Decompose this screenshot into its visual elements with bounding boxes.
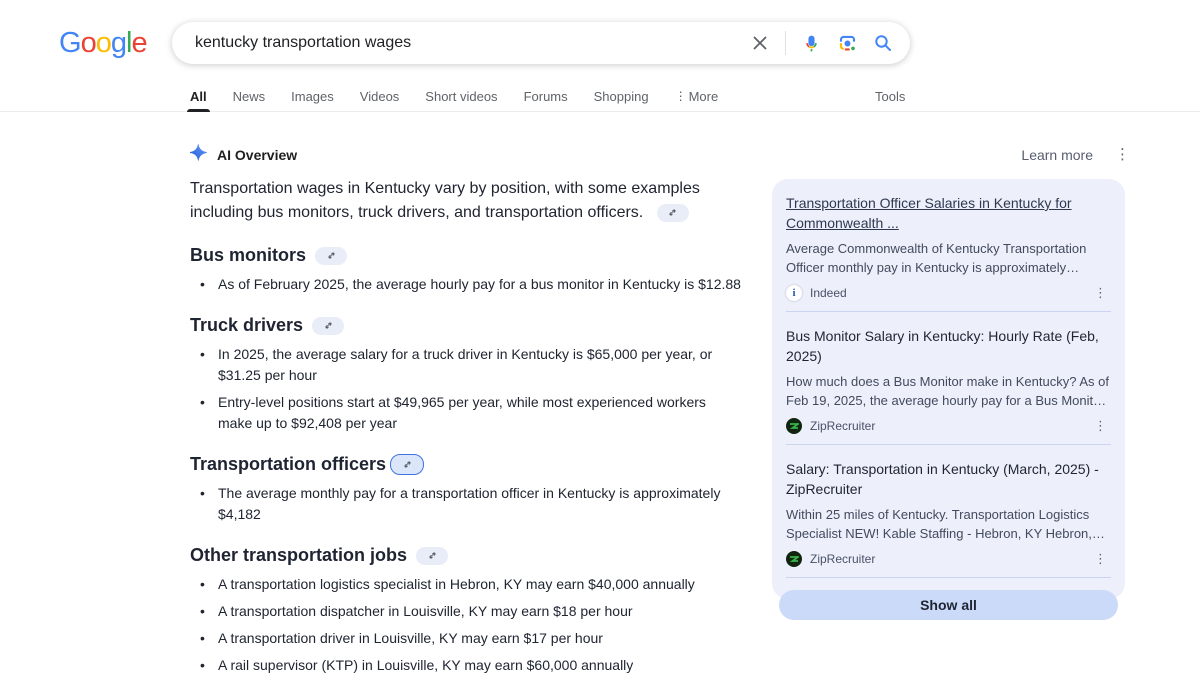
bullet-item: The average monthly pay for a transporta…	[198, 483, 743, 525]
tab-all[interactable]: All	[190, 84, 207, 112]
sources-panel: Transportation Officer Salaries in Kentu…	[772, 179, 1125, 599]
more-kebab-icon: ⋮	[675, 89, 687, 104]
ai-overview-star-icon	[190, 144, 207, 166]
card-kebab-icon[interactable]: ⋮	[1090, 418, 1111, 434]
ai-overview-intro: Transportation wages in Kentucky vary by…	[190, 177, 710, 225]
bullet-item: A rail supervisor (KTP) in Louisville, K…	[198, 655, 750, 676]
google-logo[interactable]: Google	[59, 27, 147, 60]
bullet-item: Entry-level positions start at $49,965 p…	[198, 392, 738, 434]
ai-overview-content: Transportation wages in Kentucky vary by…	[190, 177, 750, 678]
bullet-item: In 2025, the average salary for a truck …	[198, 344, 738, 386]
google-search-results-page: Google kentucky transportation wages	[0, 0, 1200, 678]
card-kebab-icon[interactable]: ⋮	[1090, 285, 1111, 301]
card-divider	[786, 311, 1111, 312]
source-link-chip[interactable]	[315, 247, 347, 265]
ziprecruiter-icon	[786, 418, 802, 434]
section-heading-bus-monitors: Bus monitors	[190, 245, 750, 266]
search-submit-icon[interactable]	[872, 32, 894, 54]
source-link-chip[interactable]	[657, 204, 689, 222]
source-card[interactable]: Salary: Transportation in Kentucky (Marc…	[772, 447, 1125, 575]
source-link-chip[interactable]	[312, 317, 344, 335]
tools-button[interactable]: Tools	[875, 89, 905, 104]
google-lens-icon[interactable]	[836, 32, 858, 54]
bullet-list: The average monthly pay for a transporta…	[190, 483, 750, 525]
source-card-title[interactable]: Salary: Transportation in Kentucky (Marc…	[786, 459, 1111, 499]
source-link-chip-active[interactable]	[390, 454, 424, 475]
tab-images[interactable]: Images	[291, 84, 334, 112]
ai-overview-header: AI Overview Learn more ⋮	[190, 144, 1130, 166]
source-card-title[interactable]: Bus Monitor Salary in Kentucky: Hourly R…	[786, 326, 1111, 366]
card-kebab-icon[interactable]: ⋮	[1090, 551, 1111, 567]
tab-short-videos[interactable]: Short videos	[425, 84, 497, 112]
source-card[interactable]: Bus Monitor Salary in Kentucky: Hourly R…	[772, 314, 1125, 442]
source-link-chip[interactable]	[416, 547, 448, 565]
bullet-list: In 2025, the average salary for a truck …	[190, 344, 750, 434]
bullet-item: A transportation dispatcher in Louisvill…	[198, 601, 750, 622]
bullet-item: A transportation driver in Louisville, K…	[198, 628, 750, 649]
ai-overview-kebab-icon[interactable]: ⋮	[1115, 147, 1130, 163]
section-heading-other-transportation-jobs: Other transportation jobs	[190, 545, 750, 566]
source-card[interactable]: Transportation Officer Salaries in Kentu…	[772, 181, 1125, 309]
source-card-snippet: Within 25 miles of Kentucky. Transportat…	[786, 505, 1111, 543]
ai-overview-label: AI Overview	[217, 147, 297, 163]
search-bar[interactable]: kentucky transportation wages	[172, 22, 910, 64]
tab-forums[interactable]: Forums	[524, 84, 568, 112]
bullet-item: As of February 2025, the average hourly …	[198, 274, 750, 295]
tab-news[interactable]: News	[233, 84, 266, 112]
bullet-list: As of February 2025, the average hourly …	[190, 274, 750, 295]
source-name: ZipRecruiter	[810, 419, 875, 433]
clear-icon[interactable]	[749, 32, 771, 54]
indeed-icon: i	[786, 285, 802, 301]
section-heading-truck-drivers: Truck drivers	[190, 315, 750, 336]
show-all-button[interactable]: Show all	[779, 590, 1118, 620]
source-card-title[interactable]: Transportation Officer Salaries in Kentu…	[786, 193, 1111, 233]
learn-more-link[interactable]: Learn more	[1021, 147, 1093, 163]
section-heading-transportation-officers: Transportation officers	[190, 454, 750, 475]
tab-shopping[interactable]: Shopping	[594, 84, 649, 112]
ziprecruiter-icon	[786, 551, 802, 567]
card-divider	[786, 577, 1111, 578]
bullet-list: A transportation logistics specialist in…	[190, 574, 750, 678]
results-tab-bar: All News Images Videos Short videos Foru…	[0, 84, 1200, 112]
source-name: Indeed	[810, 286, 847, 300]
source-card-snippet: Average Commonwealth of Kentucky Transpo…	[786, 239, 1111, 277]
source-name: ZipRecruiter	[810, 552, 875, 566]
voice-search-icon[interactable]	[800, 32, 822, 54]
card-divider	[786, 444, 1111, 445]
source-card-snippet: How much does a Bus Monitor make in Kent…	[786, 372, 1111, 410]
tab-more[interactable]: ⋮More	[675, 84, 719, 112]
tab-videos[interactable]: Videos	[360, 84, 400, 112]
search-input[interactable]: kentucky transportation wages	[195, 34, 749, 52]
bullet-item: A transportation logistics specialist in…	[198, 574, 750, 595]
search-divider	[785, 31, 786, 55]
